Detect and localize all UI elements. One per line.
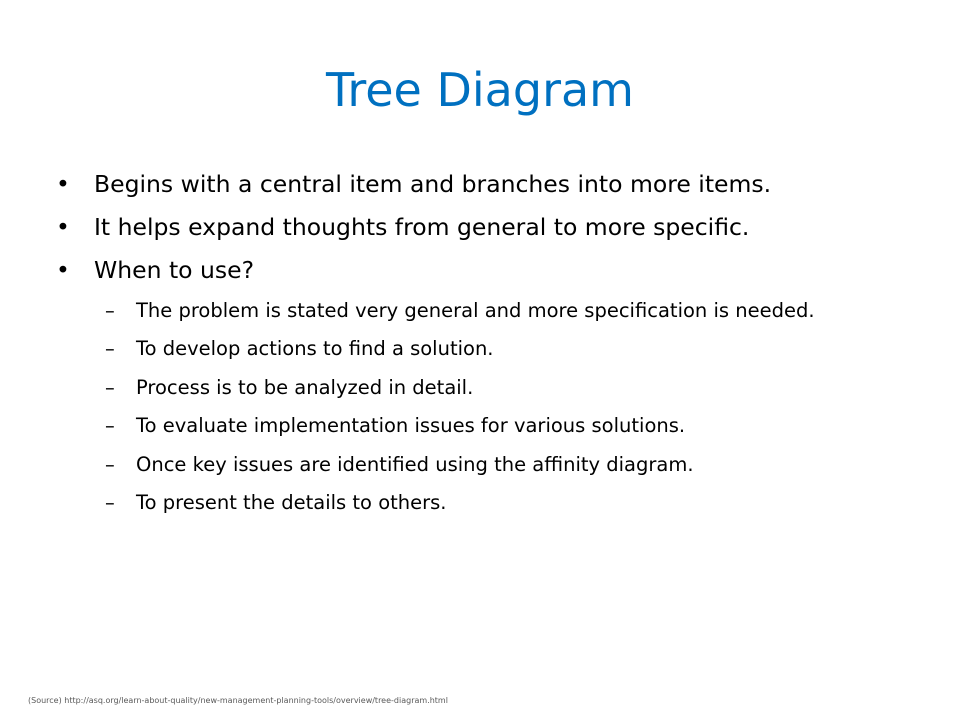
sub-bullet-text: To evaluate implementation issues for va… [136, 414, 686, 438]
bullet-item: • Begins with a central item and branche… [56, 163, 926, 206]
dash-icon: – [105, 299, 115, 322]
dash-icon: – [105, 491, 115, 515]
dash-icon: – [105, 452, 115, 476]
sub-bullet-text: Once key issues are identified using the… [136, 452, 694, 476]
bullet-dot-icon: • [56, 256, 70, 284]
dash-icon: – [105, 414, 115, 438]
sub-bullet-text: To develop actions to find a solution. [136, 337, 494, 361]
sub-bullet-text: To present the details to others. [136, 491, 447, 515]
dash-icon: – [105, 375, 115, 399]
sub-bullet-item: – Once key issues are identified using t… [56, 446, 926, 484]
slide-title: Tree Diagram [326, 63, 634, 117]
sub-bullet-item: – To present the details to others. [56, 484, 926, 522]
bullet-text: Begins with a central item and branches … [94, 170, 772, 198]
sub-bullet-item: – Process is to be analyzed in detail. [56, 369, 926, 407]
sub-bullet-group: – The problem is stated very general and… [56, 292, 926, 522]
sub-bullet-item: – The problem is stated very general and… [56, 292, 926, 330]
bullet-item: • When to use? [56, 249, 926, 292]
bullet-text: When to use? [94, 256, 255, 284]
dash-icon: – [105, 337, 115, 361]
bullet-list: • Begins with a central item and branche… [56, 163, 926, 522]
bullet-text: It helps expand thoughts from general to… [94, 213, 750, 241]
source-citation: (Source) http://asq.org/learn-about-qual… [28, 696, 448, 705]
bullet-dot-icon: • [56, 213, 70, 241]
sub-bullet-item: – To evaluate implementation issues for … [56, 407, 926, 445]
bullet-dot-icon: • [56, 170, 70, 198]
sub-bullet-item: – To develop actions to find a solution. [56, 330, 926, 368]
sub-bullet-list: – The problem is stated very general and… [56, 292, 926, 522]
sub-bullet-text: Process is to be analyzed in detail. [136, 375, 474, 399]
bullet-item: • It helps expand thoughts from general … [56, 206, 926, 249]
sub-bullet-text: The problem is stated very general and m… [136, 299, 815, 322]
slide: Tree Diagram • Begins with a central ite… [0, 0, 960, 720]
